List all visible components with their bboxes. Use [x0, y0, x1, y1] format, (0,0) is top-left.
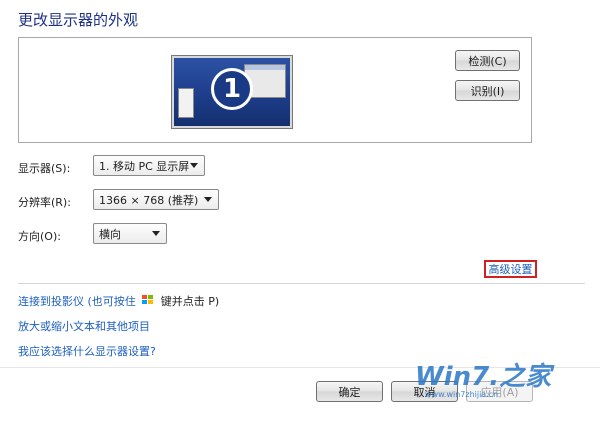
identify-button[interactable]: 识别(I) — [455, 80, 520, 101]
which-setting-link[interactable]: 我应该选择什么显示器设置? — [18, 343, 156, 359]
resolution-select-value: 1366 × 768 (推荐) — [99, 193, 199, 207]
display-label: 显示器(S): — [18, 162, 71, 175]
projector-link-prefix: 连接到投影仪 (也可按住 — [18, 295, 136, 308]
display-select-value: 1. 移动 PC 显示屏 — [99, 159, 190, 173]
resolution-select[interactable]: 1366 × 768 (推荐) — [93, 189, 219, 210]
text-size-link[interactable]: 放大或缩小文本和其他项目 — [18, 318, 150, 334]
advanced-settings-link[interactable]: 高级设置 — [484, 260, 537, 278]
mini-window-icon — [178, 88, 194, 118]
ok-button[interactable]: 确定 — [316, 381, 383, 402]
watermark-text: Win7.之家 — [415, 362, 552, 392]
chevron-down-icon — [190, 163, 198, 168]
monitor-number-badge: 1 — [211, 68, 253, 110]
connect-projector-link[interactable]: 连接到投影仪 (也可按住 键并点击 P) — [18, 293, 219, 309]
page-title: 更改显示器的外观 — [18, 11, 139, 29]
windows-flag-icon — [142, 295, 154, 306]
resolution-label: 分辨率(R): — [18, 196, 71, 209]
monitor-preview-area[interactable]: 1 检测(C) 识别(I) — [18, 37, 532, 143]
orientation-select[interactable]: 横向 — [93, 223, 167, 244]
detect-button[interactable]: 检测(C) — [455, 50, 520, 71]
divider — [18, 283, 585, 284]
orientation-select-value: 横向 — [99, 227, 121, 241]
projector-link-suffix: 键并点击 P) — [160, 295, 220, 308]
monitor-1-thumbnail[interactable]: 1 — [171, 55, 293, 129]
orientation-label: 方向(O): — [18, 230, 61, 243]
watermark-logo: Win7.之家 www.win7zhijia.cn — [415, 356, 595, 406]
chevron-down-icon — [152, 231, 160, 236]
watermark-url: www.win7zhijia.cn — [425, 390, 499, 399]
chevron-down-icon — [204, 197, 212, 202]
display-select[interactable]: 1. 移动 PC 显示屏 — [93, 155, 205, 176]
